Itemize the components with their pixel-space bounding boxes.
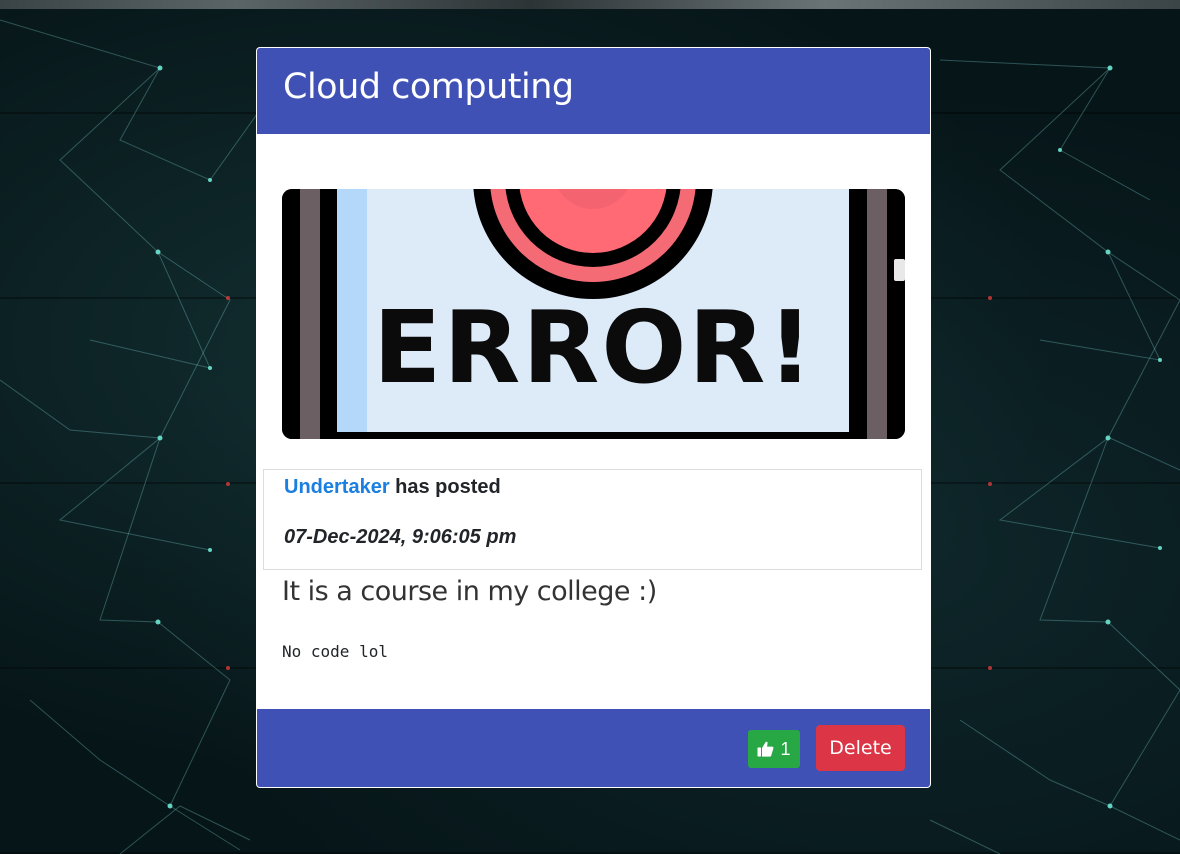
like-button[interactable]: 1 — [748, 730, 800, 768]
posted-label: has posted — [389, 476, 501, 498]
author-line: Undertaker has posted — [284, 476, 501, 499]
svg-text:ERROR!: ERROR! — [373, 289, 815, 406]
delete-button[interactable]: Delete — [816, 725, 905, 771]
error-illustration: ERROR! — [282, 189, 905, 439]
author-link[interactable]: Undertaker — [284, 476, 390, 498]
post-date: 07-Dec-2024, 9:06:05 pm — [284, 526, 517, 548]
post-image: ERROR! — [282, 189, 905, 439]
like-count: 1 — [780, 738, 791, 759]
card-header: Cloud computing — [257, 48, 930, 134]
post-heading: It is a course in my college :) — [282, 576, 657, 607]
top-image-strip — [0, 0, 1180, 9]
post-title: Cloud computing — [283, 67, 574, 107]
post-code: No code lol — [282, 642, 388, 661]
post-card: Cloud computing ERROR! Undertaker has po… — [256, 47, 931, 788]
card-footer: 1 Delete — [257, 709, 930, 787]
thumbs-up-icon — [757, 741, 774, 757]
post-meta: Undertaker has posted 07-Dec-2024, 9:06:… — [263, 469, 922, 570]
